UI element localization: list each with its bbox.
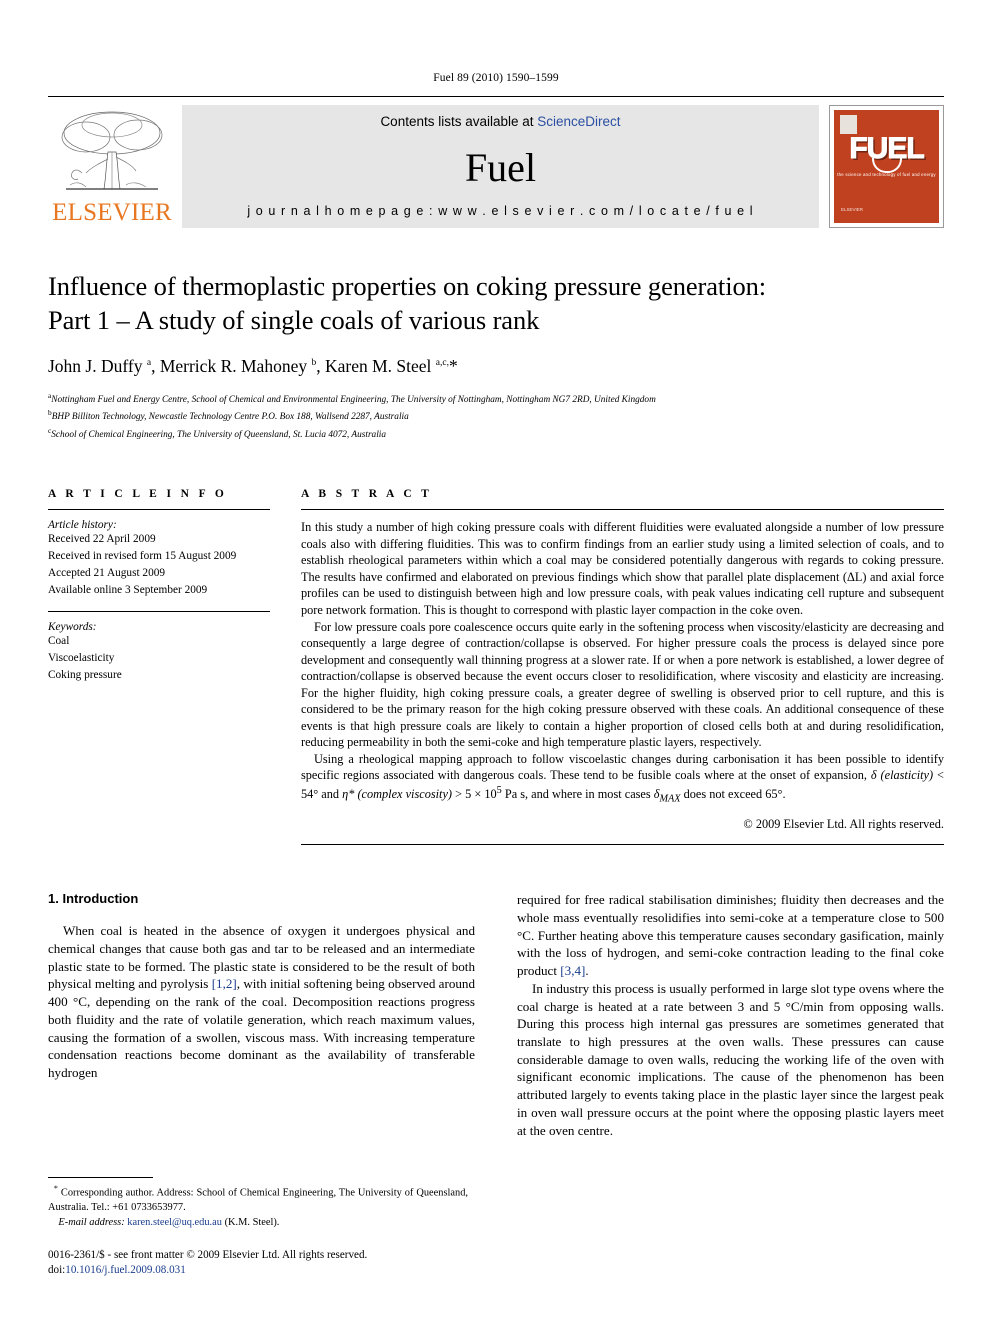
journal-masthead: ELSEVIER Contents lists available at Sci… (48, 96, 944, 228)
cover-footer-text: ELSEVIER (841, 207, 864, 212)
journal-homepage[interactable]: j o u r n a l h o m e p a g e : w w w . … (247, 204, 753, 218)
elsevier-wordmark: ELSEVIER (52, 199, 172, 226)
abstract-paragraph: Using a rheological mapping approach to … (301, 751, 944, 805)
doi-line: doi:10.1016/j.fuel.2009.08.031 (48, 1263, 468, 1279)
affiliation-text: School of Chemical Engineering, The Univ… (51, 429, 387, 440)
history-item: Received 22 April 2009 (48, 533, 156, 546)
divider (48, 611, 270, 613)
affiliation-item: aNottingham Fuel and Energy Centre, Scho… (48, 390, 944, 408)
elsevier-logo: ELSEVIER (48, 105, 176, 228)
issn-copyright-block: 0016-2361/$ - see front matter © 2009 El… (48, 1248, 468, 1279)
intro-paragraph-left: When coal is heated in the absence of ox… (48, 922, 475, 1082)
title-line-1: Influence of thermoplastic properties on… (48, 271, 767, 301)
title-line-2: Part 1 – A study of single coals of vari… (48, 304, 540, 335)
intro-right-text-2: In industry this process is usually perf… (517, 980, 944, 1138)
journal-title: Fuel (464, 144, 537, 190)
history-item: Accepted 21 August 2009 (48, 567, 166, 580)
footnote-divider (48, 1177, 153, 1179)
email-owner: (K.M. Steel). (224, 1217, 280, 1229)
abstract-paragraph: In this study a number of high coking pr… (301, 520, 944, 617)
abstract-paragraph: For low pressure coals pore coalescence … (301, 619, 944, 750)
affiliation-text: BHP Billiton Technology, Newcastle Techn… (51, 412, 409, 423)
body-column-right: required for free radical stabilisation … (496, 891, 944, 1139)
citation-link[interactable]: [3,4] (560, 963, 585, 978)
corresponding-author-note: * Corresponding author. Address: School … (48, 1183, 468, 1216)
page-title: Influence of thermoplastic properties on… (48, 270, 944, 338)
intro-paragraph-right-2: In industry this process is usually perf… (517, 980, 944, 1140)
article-info-heading: A R T I C L E I N F O (48, 488, 228, 501)
history-item: Received in revised form 15 August 2009 (48, 550, 237, 563)
section-heading-introduction: 1. Introduction (48, 891, 139, 907)
running-head: Fuel 89 (2010) 1590–1599 (433, 72, 559, 84)
affiliation-item: bBHP Billiton Technology, Newcastle Tech… (48, 407, 944, 425)
article-page: Fuel 89 (2010) 1590–1599 ELSEVIER Conten… (0, 0, 992, 1323)
issn-line: 0016-2361/$ - see front matter © 2009 El… (48, 1248, 368, 1261)
divider (301, 844, 944, 846)
intro-left-text: When coal is heated in the absence of ox… (48, 923, 476, 1081)
affiliation-text: Nottingham Fuel and Energy Centre, Schoo… (51, 394, 656, 405)
sciencedirect-link[interactable]: ScienceDirect (537, 114, 620, 129)
keyword-item: Coal (48, 635, 70, 648)
article-history-label: Article history: (48, 519, 117, 532)
body-column-left: 1. Introduction When coal is heated in t… (48, 891, 496, 1082)
corresponding-author-marker: * (53, 1184, 58, 1194)
info-abstract-section: A R T I C L E I N F O Article history: R… (48, 488, 944, 846)
doi-link[interactable]: 10.1016/j.fuel.2009.08.031 (65, 1264, 185, 1276)
contents-available-line: Contents lists available at ScienceDirec… (380, 114, 620, 129)
body-columns: 1. Introduction When coal is heated in t… (48, 891, 944, 1139)
article-info-column: A R T I C L E I N F O Article history: R… (48, 488, 292, 684)
affiliation-item: cSchool of Chemical Engineering, The Uni… (48, 425, 944, 443)
divider (301, 509, 944, 511)
contents-prefix: Contents lists available at (380, 114, 538, 129)
footnote-block: * Corresponding author. Address: School … (48, 1177, 468, 1279)
abstract-column: A B S T R A C T In this study a number o… (292, 488, 944, 846)
author-list: John J. Duffy a, Merrick R. Mahoney b, K… (48, 355, 458, 376)
cover-subtitle: the science and technology of fuel and e… (837, 172, 936, 177)
cover-arc-decoration (871, 158, 902, 173)
divider (48, 509, 270, 511)
email-note: E-mail address: karen.steel@uq.edu.au (K… (48, 1216, 468, 1231)
elsevier-tree-icon (56, 107, 168, 199)
keyword-item: Viscoelasticity (48, 652, 115, 664)
journal-band: Contents lists available at ScienceDirec… (182, 105, 819, 228)
journal-cover-thumbnail: FUEL the science and technology of fuel … (829, 105, 944, 228)
abstract-heading: A B S T R A C T (301, 488, 433, 501)
email-label: E-mail address: (58, 1217, 125, 1229)
abstract-body: In this study a number of high coking pr… (301, 519, 944, 806)
history-item: Available online 3 September 2009 (48, 584, 208, 597)
abstract-copyright: © 2009 Elsevier Ltd. All rights reserved… (743, 817, 944, 832)
title-block: Influence of thermoplastic properties on… (48, 270, 944, 442)
doi-label: doi: (48, 1264, 66, 1277)
corresponding-author-text: Corresponding author. Address: School of… (48, 1187, 468, 1214)
keywords-label: Keywords: (48, 621, 97, 634)
email-link[interactable]: karen.steel@uq.edu.au (127, 1217, 222, 1228)
intro-paragraph-right-1: required for free radical stabilisation … (517, 891, 944, 980)
affiliation-list: aNottingham Fuel and Energy Centre, Scho… (48, 390, 944, 443)
keyword-item: Coking pressure (48, 668, 122, 681)
citation-link[interactable]: [1,2] (212, 976, 237, 991)
intro-right-text-1: required for free radical stabilisation … (517, 892, 944, 979)
